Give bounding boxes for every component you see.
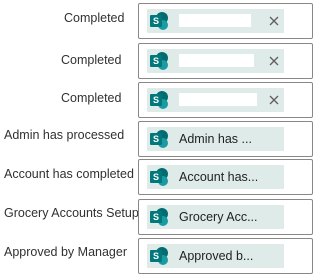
svg-text:S: S: [153, 212, 159, 222]
sharepoint-icon: S: [148, 245, 170, 267]
sharepoint-icon: S: [148, 128, 170, 150]
field-admin-processed[interactable]: S Admin has ...: [138, 121, 313, 157]
field-completed-1[interactable]: S: [138, 3, 313, 39]
close-icon[interactable]: [267, 14, 281, 28]
redacted-value: [179, 93, 257, 106]
close-icon[interactable]: [267, 93, 281, 107]
field-completed-3[interactable]: S: [138, 82, 313, 118]
svg-text:S: S: [153, 95, 159, 105]
sharepoint-icon: S: [148, 206, 170, 228]
sharepoint-icon: S: [148, 50, 170, 72]
field-token: S Account has...: [147, 165, 284, 189]
row-label-completed-1: Completed: [64, 11, 125, 25]
field-token: S Admin has ...: [147, 127, 284, 151]
sharepoint-icon: S: [148, 10, 170, 32]
svg-text:S: S: [153, 134, 159, 144]
redacted-value: [179, 14, 251, 27]
token-value: Grocery Acc...: [179, 210, 258, 224]
field-account-completed[interactable]: S Account has...: [138, 159, 313, 195]
row-label-completed-2: Completed: [61, 53, 122, 67]
svg-text:S: S: [153, 172, 159, 182]
close-icon[interactable]: [267, 54, 281, 68]
row-label-approved-manager: Approved by Manager: [4, 245, 127, 259]
sharepoint-icon: S: [148, 89, 170, 111]
field-token: S Approved b...: [147, 244, 284, 268]
field-token: S: [147, 49, 284, 73]
token-value: Approved b...: [179, 249, 254, 263]
svg-text:S: S: [153, 56, 159, 66]
sharepoint-icon: S: [148, 166, 170, 188]
row-label-completed-3: Completed: [61, 91, 122, 105]
redacted-value: [179, 54, 254, 67]
field-token: S Grocery Acc...: [147, 205, 284, 229]
token-value: Account has...: [179, 170, 259, 184]
field-approved-manager[interactable]: S Approved b...: [138, 238, 313, 274]
row-label-account-completed: Account has completed: [4, 167, 134, 181]
field-completed-2[interactable]: S: [138, 43, 313, 79]
row-label-grocery-setup: Grocery Accounts Setup: [4, 206, 139, 220]
field-grocery-setup[interactable]: S Grocery Acc...: [138, 199, 313, 235]
token-value: Admin has ...: [179, 132, 252, 146]
field-token: S: [147, 9, 284, 33]
field-token: S: [147, 88, 284, 112]
row-label-admin-processed: Admin has processed: [4, 128, 125, 142]
svg-text:S: S: [153, 251, 159, 261]
svg-text:S: S: [153, 16, 159, 26]
